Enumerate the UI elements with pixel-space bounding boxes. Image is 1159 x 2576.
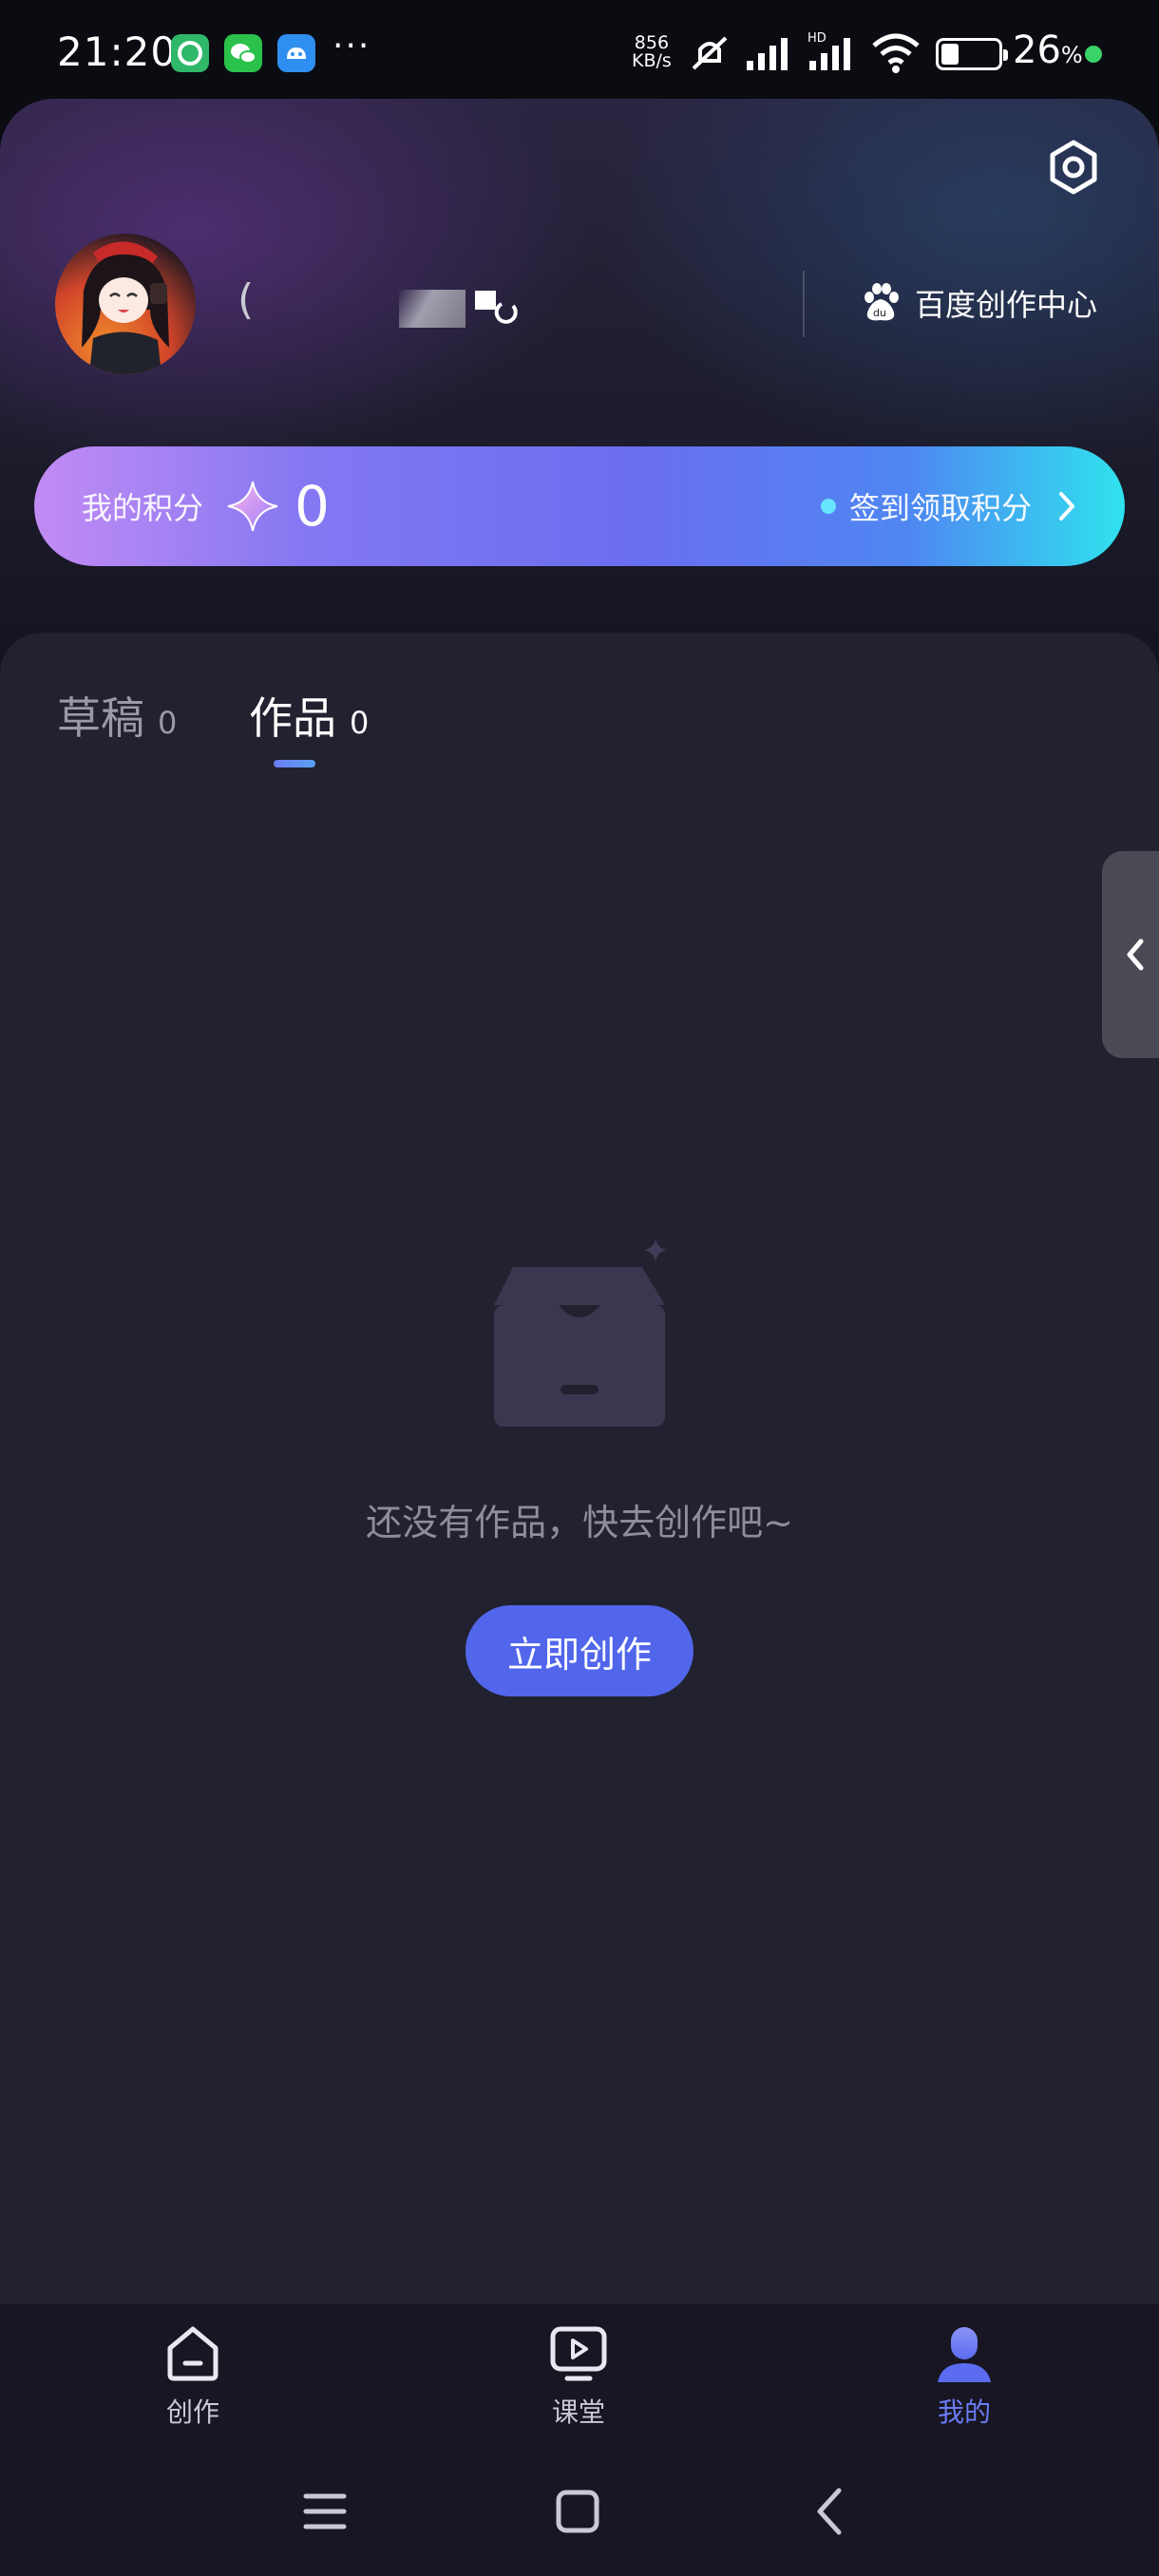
- mute-icon: [692, 36, 728, 70]
- points-label: 我的积分: [82, 490, 204, 526]
- checkin-link[interactable]: 签到领取积分: [820, 484, 1077, 528]
- nav-mine[interactable]: 我的: [888, 2323, 1040, 2430]
- wechat-icon: [224, 34, 262, 72]
- status-time: 21:20: [57, 28, 178, 75]
- empty-state-message: 还没有作品，快去创作吧~: [366, 1502, 793, 1544]
- nav-create-label: 创作: [165, 2396, 219, 2428]
- content-panel: [0, 633, 1159, 2304]
- charging-dot: [1085, 46, 1102, 63]
- status-bar: 21:20 ··· 856 KB/s HD 26%: [0, 0, 1159, 104]
- system-navigation-bar: [0, 2447, 1159, 2576]
- wifi-icon: [872, 33, 920, 73]
- app-green-icon: [171, 34, 209, 72]
- tab-drafts-label: 草稿: [57, 692, 144, 744]
- battery-icon: [936, 38, 1008, 70]
- header-divider: [803, 271, 805, 337]
- profile-header: [0, 99, 1159, 669]
- nav-mine-label: 我的: [937, 2396, 991, 2428]
- menu-icon[interactable]: [296, 2483, 353, 2540]
- tab-works-label: 作品: [249, 692, 336, 744]
- chevron-right-icon: [1059, 492, 1074, 521]
- back-icon[interactable]: [803, 2483, 860, 2540]
- settings-icon[interactable]: [1045, 139, 1102, 196]
- create-now-button[interactable]: 立即创作: [466, 1605, 694, 1696]
- home-square-icon[interactable]: [549, 2483, 606, 2540]
- home-icon: [167, 2326, 218, 2381]
- points-value: 0: [294, 474, 330, 539]
- chevron-left-icon: [1127, 938, 1144, 971]
- more-notifications-icon: ···: [332, 27, 371, 66]
- tab-drafts-count: 0: [158, 705, 178, 741]
- nav-create[interactable]: 创作: [117, 2323, 269, 2430]
- signal-hd-icon: HD: [808, 31, 850, 70]
- svg-text:du: du: [873, 307, 886, 319]
- checkin-dot: [820, 499, 836, 514]
- baidu-paw-icon: du: [864, 283, 899, 321]
- points-banner[interactable]: 我的积分 0 签到领取积分: [34, 446, 1125, 566]
- side-drawer-handle[interactable]: [1102, 851, 1159, 1058]
- empty-box-icon: [494, 1239, 667, 1427]
- tab-drafts[interactable]: 草稿 0: [57, 684, 177, 747]
- username-redacted: [399, 290, 466, 328]
- battery-percent: 26%: [1013, 28, 1083, 72]
- sparkle-star-icon: [227, 481, 278, 532]
- creator-center-label: 百度创作中心: [915, 287, 1098, 323]
- svg-text:HD: HD: [808, 31, 826, 46]
- tab-works[interactable]: 作品 0: [249, 684, 369, 747]
- nav-classroom-label: 课堂: [551, 2396, 605, 2428]
- bottom-nav: 创作 课堂 我的: [0, 2304, 1159, 2447]
- username-badge-icon: [475, 291, 518, 324]
- signal-icon: [747, 38, 788, 70]
- username: (: [238, 275, 255, 324]
- network-speed-unit: KB/s: [632, 50, 672, 71]
- checkin-label: 签到领取积分: [848, 490, 1032, 526]
- nav-classroom[interactable]: 课堂: [503, 2323, 655, 2430]
- android-app-icon: [277, 34, 315, 72]
- network-speed: 856 KB/s: [632, 34, 672, 70]
- creator-center-link[interactable]: du 百度创作中心: [860, 281, 1097, 325]
- profile-icon: [938, 2327, 991, 2382]
- tab-works-count: 0: [350, 705, 370, 741]
- play-screen-icon: [550, 2326, 607, 2381]
- avatar[interactable]: [55, 234, 196, 374]
- active-tab-indicator: [274, 760, 315, 767]
